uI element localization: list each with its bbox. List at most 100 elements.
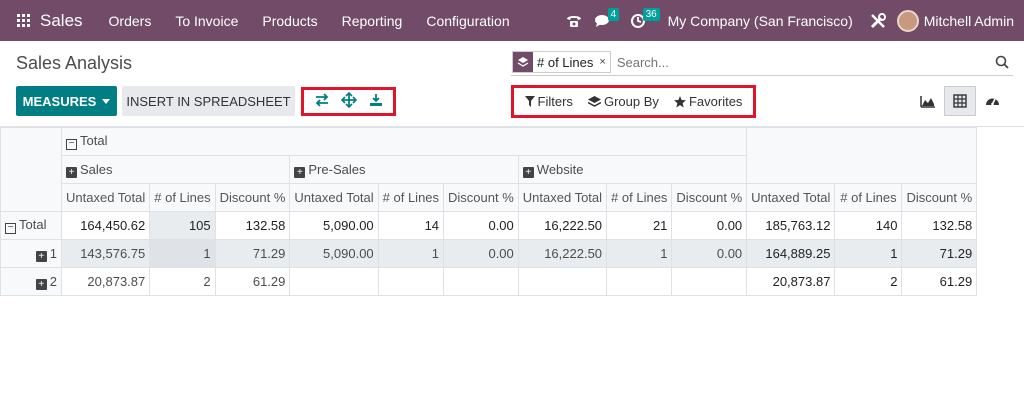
col-header-total[interactable]: − Total [60, 127, 748, 156]
expand-all-icon[interactable] [341, 91, 358, 111]
apps-menu-icon[interactable] [8, 14, 38, 27]
table-cell[interactable]: 16,222.50 [517, 239, 608, 268]
measure-header[interactable]: # of Lines [834, 183, 903, 212]
measure-header[interactable]: # of Lines [606, 183, 673, 212]
graph-view-icon[interactable] [912, 86, 944, 116]
table-cell[interactable]: 0.00 [443, 211, 519, 240]
app-brand[interactable]: Sales [40, 11, 83, 31]
table-cell[interactable]: 185,763.12 [746, 211, 836, 240]
dashboard-view-icon[interactable] [976, 86, 1008, 116]
table-cell[interactable]: 2 [149, 267, 216, 296]
table-cell[interactable]: 1 [834, 239, 903, 268]
table-cell[interactable]: 0.00 [671, 239, 748, 268]
table-cell[interactable]: 2 [834, 267, 903, 296]
col-header-pre-sales[interactable]: + Pre-Sales [289, 155, 519, 184]
phone-icon[interactable] [560, 0, 588, 41]
search-facet: # of Lines × [512, 51, 611, 73]
table-row: +1 143,576.75 1 71.29 5,090.00 1 0.00 16… [0, 239, 978, 268]
row-header-1[interactable]: +1 [0, 239, 62, 268]
table-cell[interactable]: 143,576.75 [60, 239, 151, 268]
table-cell[interactable] [377, 267, 445, 296]
col-header-website[interactable]: + Website [517, 155, 748, 184]
filters-button[interactable]: Filters [524, 94, 573, 109]
filter-icon [524, 96, 535, 107]
favorites-button[interactable]: Favorites [673, 94, 743, 109]
table-cell[interactable]: 61.29 [214, 267, 291, 296]
menu-orders[interactable]: Orders [109, 13, 152, 29]
layers-icon [513, 52, 533, 72]
table-cell[interactable]: 164,889.25 [746, 239, 836, 268]
flip-axis-icon[interactable] [314, 93, 330, 110]
table-cell[interactable] [606, 267, 673, 296]
col-header-sales[interactable]: + Sales [60, 155, 291, 184]
table-cell[interactable]: 132.58 [214, 211, 291, 240]
table-cell[interactable]: 1 [377, 239, 445, 268]
search-bar: # of Lines × [511, 49, 1013, 76]
measure-header[interactable]: Discount % [214, 183, 291, 212]
activities-icon[interactable]: 36 [618, 0, 660, 41]
expand-icon: + [35, 250, 47, 262]
table-cell[interactable]: 16,222.50 [517, 211, 608, 240]
measures-button[interactable]: MEASURES [16, 86, 117, 116]
search-options-highlight: Filters Group By Favorites [511, 85, 756, 118]
measure-header[interactable]: Discount % [443, 183, 519, 212]
pivot-view-icon[interactable] [944, 86, 976, 116]
pivot-actions-highlight [301, 87, 396, 116]
user-menu[interactable]: Mitchell Admin [924, 13, 1014, 29]
table-cell[interactable]: 20,873.87 [746, 267, 836, 296]
pivot-table: − Total + Sales + Pre-Sales + Website Untaxe… [0, 127, 978, 296]
messages-icon[interactable]: 4 [588, 0, 620, 41]
menu-products[interactable]: Products [262, 13, 317, 29]
row-header-2[interactable]: +2 [0, 267, 62, 296]
table-cell[interactable]: 0.00 [443, 239, 519, 268]
expand-icon: + [294, 166, 306, 178]
company-switcher[interactable]: My Company (San Francisco) [668, 13, 853, 29]
table-cell[interactable] [443, 267, 519, 296]
table-cell[interactable]: 5,090.00 [289, 239, 379, 268]
menu-reporting[interactable]: Reporting [342, 13, 403, 29]
collapse-icon: − [5, 223, 16, 234]
table-cell[interactable] [517, 267, 608, 296]
measure-header[interactable]: Untaxed Total [517, 183, 608, 212]
table-cell[interactable]: 1 [149, 239, 216, 268]
table-cell[interactable]: 21 [606, 211, 673, 240]
table-cell[interactable]: 14 [377, 211, 445, 240]
menu-to-invoice[interactable]: To Invoice [175, 13, 238, 29]
table-cell[interactable] [289, 267, 379, 296]
search-input[interactable] [616, 54, 977, 70]
expand-icon: + [522, 166, 534, 178]
debug-tools-icon[interactable] [867, 0, 889, 41]
table-cell[interactable]: 164,450.62 [60, 211, 151, 240]
expand-icon: + [66, 166, 77, 178]
table-cell[interactable]: 61.29 [901, 267, 978, 296]
table-cell[interactable]: 132.58 [901, 211, 978, 240]
download-icon[interactable] [369, 93, 383, 110]
table-cell[interactable]: 140 [834, 211, 903, 240]
table-cell[interactable]: 1 [606, 239, 673, 268]
table-cell[interactable]: 71.29 [901, 239, 978, 268]
menu-configuration[interactable]: Configuration [426, 13, 509, 29]
table-cell[interactable]: 105 [149, 211, 216, 240]
measure-header[interactable]: # of Lines [149, 183, 216, 212]
facet-remove-icon[interactable]: × [597, 52, 609, 72]
measure-header[interactable]: Discount % [671, 183, 748, 212]
measure-header[interactable]: Untaxed Total [289, 183, 379, 212]
star-icon [673, 95, 686, 107]
measure-header[interactable]: Untaxed Total [60, 183, 151, 212]
favorites-label: Favorites [688, 94, 743, 109]
measure-header[interactable]: Untaxed Total [746, 183, 836, 212]
insert-spreadsheet-button[interactable]: INSERT IN SPREADSHEET [122, 86, 295, 116]
view-switcher [912, 86, 1008, 116]
user-avatar[interactable] [896, 9, 919, 32]
table-cell[interactable] [671, 267, 748, 296]
table-cell[interactable]: 71.29 [214, 239, 291, 268]
table-cell[interactable]: 20,873.87 [60, 267, 151, 296]
table-cell[interactable]: 0.00 [671, 211, 748, 240]
measure-header[interactable]: # of Lines [377, 183, 445, 212]
row-header-total[interactable]: − Total [0, 211, 62, 240]
measure-header[interactable]: Discount % [901, 183, 978, 212]
search-icon[interactable] [995, 55, 1009, 69]
table-cell[interactable]: 5,090.00 [289, 211, 379, 240]
group-by-button[interactable]: Group By [587, 94, 659, 109]
table-row: − Total 164,450.62 105 132.58 5,090.00 14… [0, 211, 978, 240]
